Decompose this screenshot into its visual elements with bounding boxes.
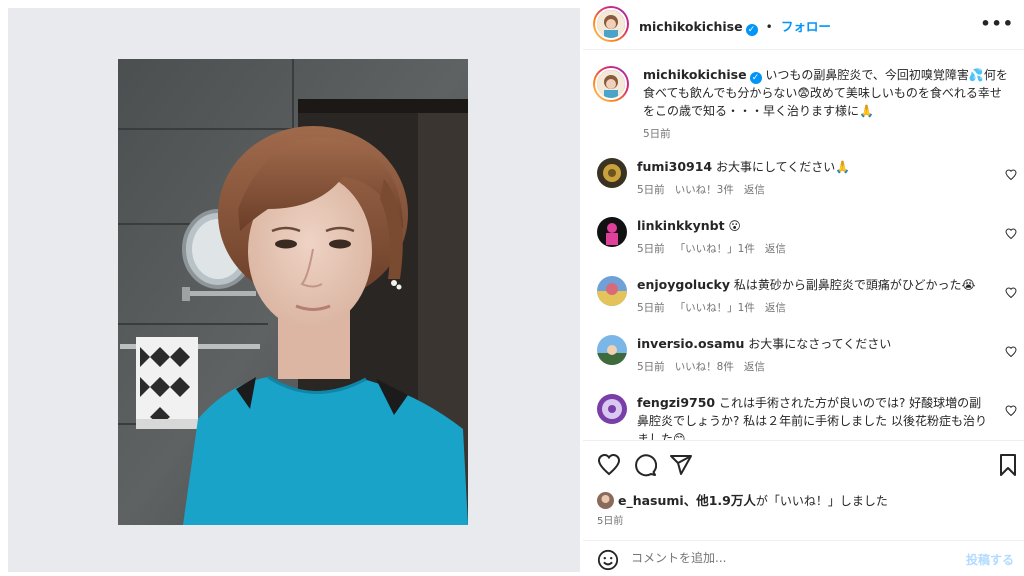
reply-button[interactable]: 返信: [744, 184, 765, 196]
comment-likes-link[interactable]: いいね！8件: [675, 361, 734, 373]
commenter-avatar[interactable]: [597, 335, 627, 365]
caption-avatar[interactable]: [593, 66, 629, 102]
comment-heart-icon[interactable]: [1005, 228, 1017, 243]
post-date: 5日前: [597, 516, 624, 527]
bookmark-icon[interactable]: [996, 453, 1020, 477]
comment-text: お大事にしてください🙏: [715, 160, 851, 174]
comment-heart-icon[interactable]: [1005, 405, 1017, 420]
separator-dot: •: [765, 20, 773, 34]
comment-time: 5日前: [637, 361, 665, 373]
author-username[interactable]: michikokichise: [639, 19, 743, 34]
commenter-avatar[interactable]: [597, 394, 627, 424]
likes-summary: e_hasumi、他1.9万人が「いいね！」しました: [597, 490, 888, 509]
post-side-panel: michikokichise ✓ • フォロー ••• michikokichis…: [583, 0, 1024, 576]
more-options-icon[interactable]: •••: [980, 14, 1014, 33]
comment-text: 😮: [728, 219, 741, 233]
likes-count[interactable]: 、他1.9万人: [684, 493, 756, 508]
comment-likes-link[interactable]: 「いいね！」1件: [675, 302, 755, 314]
comment-time: 5日前: [637, 243, 665, 255]
comment-icon[interactable]: [633, 453, 658, 477]
comment-input[interactable]: [631, 551, 931, 565]
header-user-line: michikokichise ✓ • フォロー: [639, 16, 831, 36]
comment-heart-icon[interactable]: [1005, 346, 1017, 361]
author-avatar[interactable]: [593, 6, 629, 42]
comment-username[interactable]: inversio.osamu: [637, 336, 744, 351]
comment-username[interactable]: fumi30914: [637, 159, 712, 174]
reply-button[interactable]: 返信: [765, 302, 786, 314]
comment-likes-link[interactable]: いいね！3件: [675, 184, 734, 196]
comment-text: お大事になさってください: [748, 337, 892, 351]
liker-avatar[interactable]: [597, 492, 614, 509]
post-photo[interactable]: [118, 59, 468, 525]
comment-time: 5日前: [637, 184, 665, 196]
comment-time: 5日前: [637, 302, 665, 314]
add-comment-bar: 投稿する: [583, 540, 1024, 576]
comment-username[interactable]: enjoygolucky: [637, 277, 730, 292]
follow-button[interactable]: フォロー: [781, 19, 831, 34]
comment-likes-link[interactable]: 「いいね！」1件: [675, 243, 755, 255]
comment-item: linkinkkynbt 😮 5日前 「いいね！」1件 返信: [593, 217, 1023, 261]
comment-item: fengzi9750 これは手術された方が良いのでは? 好酸球増の副鼻腔炎でしょ…: [593, 394, 1023, 440]
likes-suffix: が「いいね！」しました: [755, 494, 888, 508]
commenter-avatar[interactable]: [597, 158, 627, 188]
verified-badge-icon: ✓: [749, 72, 762, 84]
commenter-avatar[interactable]: [597, 276, 627, 306]
post-header: michikokichise ✓ • フォロー •••: [583, 0, 1024, 50]
caption-text: michikokichise ✓ いつもの副鼻腔炎で、今回初嗅覚障害💦何を食べても…: [643, 66, 1013, 120]
comments-list: fumi30914 お大事にしてください🙏 5日前 いいね！3件 返信 linkin…: [593, 158, 1023, 440]
post-comment-button[interactable]: 投稿する: [966, 551, 1014, 568]
caption-block: michikokichise ✓ いつもの副鼻腔炎で、今回初嗅覚障害💦何を食べても…: [593, 66, 1013, 141]
comment-item: enjoygolucky 私は黄砂から副鼻腔炎で頭痛がひどかった😭 5日前 「いい…: [593, 276, 1023, 320]
comment-heart-icon[interactable]: [1005, 287, 1017, 302]
heart-icon[interactable]: [597, 453, 621, 477]
comment-item: inversio.osamu お大事になさってください 5日前 いいね！8件 返信: [593, 335, 1023, 379]
liker-username[interactable]: e_hasumi: [618, 493, 684, 508]
smiley-icon[interactable]: [597, 549, 619, 571]
comment-username[interactable]: fengzi9750: [637, 395, 715, 410]
caption-username[interactable]: michikokichise: [643, 67, 747, 82]
commenter-avatar[interactable]: [597, 217, 627, 247]
comment-text: 私は黄砂から副鼻腔炎で頭痛がひどかった😭: [733, 278, 976, 292]
reply-button[interactable]: 返信: [765, 243, 786, 255]
comment-username[interactable]: linkinkkynbt: [637, 218, 725, 233]
comment-heart-icon[interactable]: [1005, 169, 1017, 184]
verified-badge-icon: ✓: [745, 24, 758, 36]
comment-item: fumi30914 お大事にしてください🙏 5日前 いいね！3件 返信: [593, 158, 1023, 202]
media-panel: [8, 8, 580, 572]
reply-button[interactable]: 返信: [744, 361, 765, 373]
paper-plane-icon[interactable]: [669, 453, 693, 477]
instagram-post-modal: michikokichise ✓ • フォロー ••• michikokichis…: [0, 0, 1024, 576]
post-actions: e_hasumi、他1.9万人が「いいね！」しました 5日前: [583, 440, 1024, 540]
caption-time: 5日前: [643, 128, 671, 140]
